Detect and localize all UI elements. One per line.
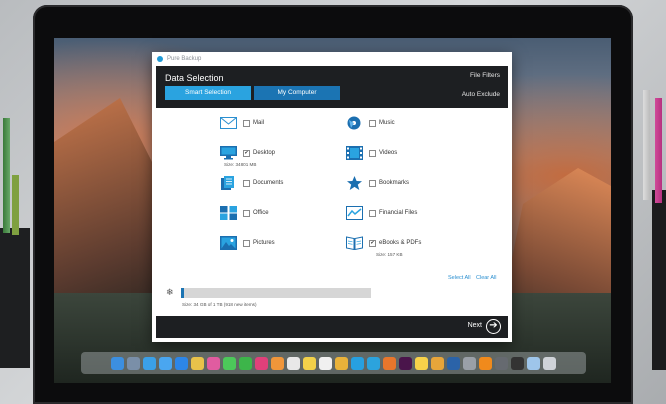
checkbox-videos[interactable] — [369, 149, 376, 157]
page-title: Data Selection — [165, 73, 224, 83]
desktop-size: Size: 34801 MB — [224, 162, 257, 167]
dock-launchpad-icon[interactable] — [127, 356, 140, 370]
checkbox-bookmarks[interactable] — [369, 179, 376, 187]
dock-firefox-icon[interactable] — [383, 356, 396, 370]
item-ebooks-pdfs[interactable]: ✔ eBooks & PDFs — [346, 236, 422, 251]
dock-maps-icon[interactable] — [191, 356, 204, 370]
select-all-link[interactable]: Select All — [448, 275, 471, 281]
app-window: Pure Backup Data Selection File Filters … — [152, 52, 512, 342]
star-icon — [346, 176, 363, 190]
dock-messages-icon[interactable] — [223, 356, 236, 370]
item-documents[interactable]: Documents — [220, 176, 283, 190]
auto-exclude-link[interactable]: Auto Exclude — [462, 91, 500, 98]
picture-icon — [220, 236, 237, 250]
tab-my-computer[interactable]: My Computer — [254, 86, 340, 100]
item-office[interactable]: Office — [220, 206, 269, 220]
checkbox-pictures[interactable] — [243, 239, 250, 247]
item-music[interactable]: Music — [346, 116, 395, 130]
storage-progress-bar — [181, 288, 371, 298]
dock — [81, 352, 586, 374]
window-titlebar[interactable]: Pure Backup — [152, 52, 512, 66]
item-label: Pictures — [253, 240, 275, 246]
item-label: Documents — [253, 180, 284, 186]
item-label: Videos — [379, 150, 398, 156]
chart-line-icon — [346, 206, 363, 220]
item-mail[interactable]: Mail — [220, 116, 264, 130]
marker-icon — [643, 90, 650, 200]
item-label: Mail — [253, 120, 265, 126]
dock-terminal-icon[interactable] — [511, 356, 524, 370]
dock-telegram-icon[interactable] — [367, 356, 380, 370]
dock-reminders-icon[interactable] — [319, 356, 332, 370]
mountain-left — [54, 98, 164, 318]
dock-finder2-icon[interactable] — [527, 356, 540, 370]
tab-smart-selection[interactable]: Smart Selection — [165, 86, 251, 100]
footer-bar: Next ➔ — [156, 316, 508, 338]
item-label: Bookmarks — [379, 180, 410, 186]
dock-mail-icon[interactable] — [159, 356, 172, 370]
documents-icon — [220, 176, 237, 190]
envelope-icon — [220, 116, 237, 130]
header-bar: Data Selection File Filters Auto Exclude… — [156, 66, 508, 108]
dock-safari-icon[interactable] — [143, 356, 156, 370]
file-filters-link[interactable]: File Filters — [470, 72, 500, 79]
ebooks-size: Size: 157 KB — [376, 252, 403, 257]
dock-photos-icon[interactable] — [207, 356, 220, 370]
dock-photoshop-icon[interactable] — [447, 356, 460, 370]
dock-ibooks-icon[interactable] — [271, 356, 284, 370]
pencil-cup-right — [652, 190, 666, 370]
dock-facetime-icon[interactable] — [239, 356, 252, 370]
progress-text: Size: 34 GB of 1 TB (918 new items) — [182, 302, 257, 307]
snowflake-icon: ❄ — [166, 287, 174, 297]
item-label: Office — [253, 210, 269, 216]
film-icon — [346, 146, 363, 160]
clear-all-link[interactable]: Clear All — [476, 275, 496, 281]
selection-panel: Mail Music ✔ Desktop Size: 34801 MB Vide… — [156, 108, 508, 307]
item-label: Desktop — [253, 150, 276, 156]
item-desktop[interactable]: ✔ Desktop — [220, 146, 275, 160]
window-title: Pure Backup — [167, 56, 202, 62]
item-label: Music — [379, 120, 395, 126]
dock-notes2-icon[interactable] — [415, 356, 428, 370]
item-bookmarks[interactable]: Bookmarks — [346, 176, 409, 190]
item-financial-files[interactable]: Financial Files — [346, 206, 417, 220]
pencil-cup-left — [0, 228, 30, 368]
next-label[interactable]: Next — [468, 322, 482, 329]
checkbox-mail[interactable] — [243, 119, 250, 127]
dock-itunes-icon[interactable] — [255, 356, 268, 370]
checkbox-ebooks-pdfs[interactable]: ✔ — [369, 239, 376, 247]
dock-settings-icon[interactable] — [463, 356, 476, 370]
item-videos[interactable]: Videos — [346, 146, 397, 160]
dock-notes-icon[interactable] — [303, 356, 316, 370]
dock-activity-icon[interactable] — [495, 356, 508, 370]
item-label: Financial Files — [379, 210, 418, 216]
monitor-icon — [220, 146, 237, 160]
tab-bar: Smart Selection My Computer — [165, 86, 340, 100]
dock-sketch-icon[interactable] — [431, 356, 444, 370]
checkbox-desktop[interactable]: ✔ — [243, 149, 250, 157]
storage-progress-fill — [181, 288, 184, 298]
dock-skype-icon[interactable] — [351, 356, 364, 370]
dock-finder-icon[interactable] — [111, 356, 124, 370]
music-disc-icon — [346, 116, 363, 130]
item-label: eBooks & PDFs — [379, 240, 422, 246]
app-logo-icon — [157, 56, 163, 62]
checkbox-music[interactable] — [369, 119, 376, 127]
office-icon — [220, 206, 237, 220]
checkbox-financial-files[interactable] — [369, 209, 376, 217]
dock-trash-icon[interactable] — [543, 356, 556, 370]
item-pictures[interactable]: Pictures — [220, 236, 275, 250]
marker-icon — [655, 98, 662, 203]
dock-appstore-icon[interactable] — [175, 356, 188, 370]
dock-calendar-icon[interactable] — [287, 356, 300, 370]
next-arrow-icon[interactable]: ➔ — [486, 319, 501, 334]
dock-chrome-icon[interactable] — [335, 356, 348, 370]
dock-slack-icon[interactable] — [399, 356, 412, 370]
dock-vlc-icon[interactable] — [479, 356, 492, 370]
checkbox-documents[interactable] — [243, 179, 250, 187]
book-icon — [346, 236, 363, 251]
pencil-icon — [3, 118, 10, 233]
pencil-icon — [12, 175, 19, 235]
checkbox-office[interactable] — [243, 209, 250, 217]
